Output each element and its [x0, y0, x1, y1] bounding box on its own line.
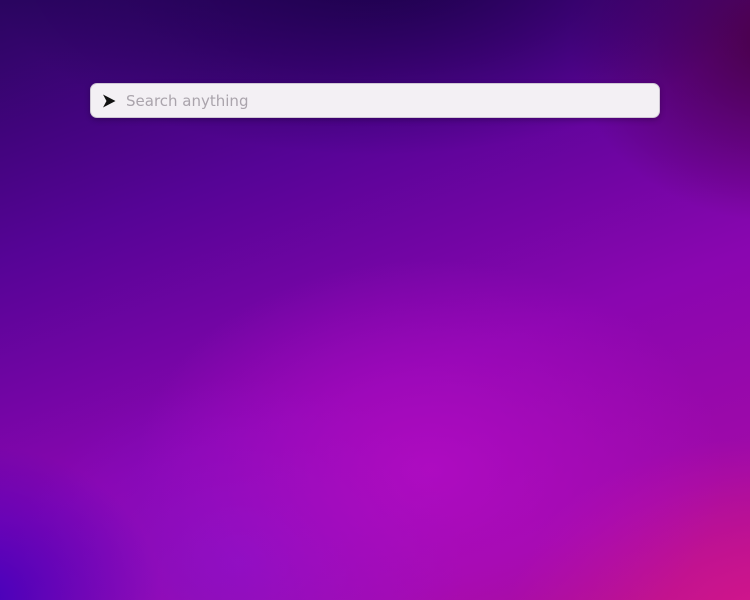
- search-input[interactable]: [126, 84, 649, 117]
- chevron-right-icon: [101, 93, 117, 109]
- search-launcher-bar[interactable]: [90, 83, 660, 118]
- desktop-background: [0, 0, 750, 600]
